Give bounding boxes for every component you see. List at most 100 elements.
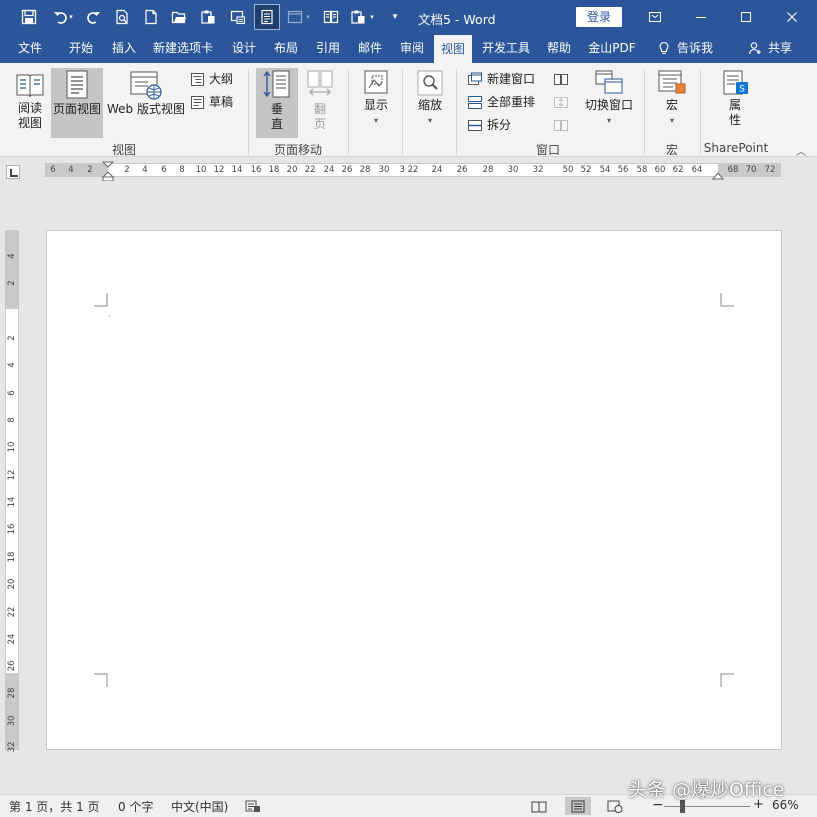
web-layout-status-button[interactable] — [602, 797, 628, 815]
ruler-number: 2 — [7, 280, 17, 286]
undo-dropdown-icon[interactable]: ▾ — [66, 4, 76, 30]
minimize-icon[interactable] — [686, 4, 716, 29]
maximize-icon[interactable] — [731, 4, 761, 29]
paste-dropdown-icon[interactable]: ▾ — [366, 4, 378, 30]
login-button[interactable]: 登录 — [576, 7, 622, 27]
tell-me-label: 告诉我 — [676, 41, 713, 55]
language-indicator[interactable]: 中文(中国) — [171, 798, 228, 815]
group-separator — [248, 69, 249, 155]
tab-references[interactable]: 引用 — [310, 33, 346, 63]
web-layout-button[interactable]: Web 版式视图 — [104, 68, 188, 138]
ruler-number: 26 — [456, 165, 468, 175]
tab-help[interactable]: 帮助 — [540, 33, 578, 63]
qa-dropdown-icon[interactable]: ▾ — [302, 4, 314, 30]
group-separator — [456, 69, 457, 155]
ribbon-display-options-icon[interactable] — [640, 4, 670, 29]
ruler-number: 4 — [7, 253, 17, 259]
vertical-page-movement-button[interactable]: 垂 直 — [256, 68, 298, 138]
new-window-button[interactable]: 新建窗口 — [467, 69, 535, 89]
web-layout-label: Web 版式视图 — [107, 102, 185, 116]
print-layout-button[interactable]: 页面视图 — [51, 68, 103, 138]
tab-kingsoft-pdf[interactable]: 金山PDF — [584, 33, 640, 63]
person-icon — [748, 42, 761, 55]
properties-button[interactable]: S 属 性 — [714, 68, 756, 138]
horizontal-ruler[interactable]: 6 4 2 2 4 6 8 10 12 14 16 18 20 22 24 26 28 30 3 22 24 26 28 3… — [45, 161, 781, 181]
web-layout-icon — [130, 71, 162, 100]
zoom-button[interactable]: 缩放 ▾ — [410, 68, 450, 138]
print-layout-qa-icon[interactable] — [254, 4, 280, 30]
arrange-all-button[interactable]: 全部重排 — [467, 92, 535, 112]
tab-layout[interactable]: 布局 — [268, 33, 304, 63]
draft-label: 草稿 — [209, 95, 234, 109]
draft-button[interactable]: 草稿 — [190, 92, 233, 112]
first-line-indent-marker[interactable] — [102, 161, 114, 181]
tab-stop-selector[interactable] — [6, 165, 20, 179]
read-mode-button[interactable]: 阅读 视图 — [10, 69, 50, 137]
document-page[interactable] — [46, 230, 782, 750]
ruler-number: 24 — [431, 165, 443, 175]
synchronous-scrolling-button[interactable] — [553, 92, 573, 112]
tab-view[interactable]: 视图 — [434, 35, 472, 63]
vertical-ruler[interactable]: 4 2 2 4 6 8 10 12 14 16 18 20 22 24 26 28 30 32 — [5, 230, 19, 752]
tab-design[interactable]: 设计 — [226, 33, 262, 63]
ruler-number: 10 — [195, 165, 207, 175]
tab-file[interactable]: 文件 — [12, 33, 48, 63]
read-mode-status-button[interactable] — [526, 797, 552, 815]
right-indent-marker[interactable] — [712, 169, 724, 181]
screenshot-icon[interactable] — [225, 4, 251, 30]
open-folder-icon[interactable] — [166, 4, 192, 30]
show-icon — [364, 70, 388, 94]
macros-button[interactable]: 宏 ▾ — [652, 68, 692, 138]
customize-qa-icon[interactable]: ▾ — [382, 4, 408, 30]
outline-button[interactable]: 大纲 — [190, 69, 233, 89]
lightbulb-icon — [659, 41, 669, 54]
tab-review[interactable]: 审阅 — [394, 33, 430, 63]
word-count[interactable]: 0 个字 — [118, 798, 153, 815]
tab-mailings[interactable]: 邮件 — [352, 33, 388, 63]
tab-developer[interactable]: 开发工具 — [477, 33, 535, 63]
tab-home[interactable]: 开始 — [62, 33, 100, 63]
show-dropdown-icon: ▾ — [373, 116, 378, 125]
ruler-top-margin — [6, 231, 18, 309]
two-pages-icon[interactable] — [318, 4, 344, 30]
margin-corner-bottom-right — [720, 673, 734, 687]
ruler-number: 26 — [341, 165, 353, 175]
web-layout-status-icon — [607, 800, 623, 813]
side-to-side-button[interactable]: 翻 页 — [300, 68, 340, 138]
ruler-number: 2 — [7, 335, 17, 341]
reset-window-position-button[interactable] — [553, 115, 573, 135]
ruler-number: 58 — [636, 165, 648, 175]
share-button[interactable]: 共享 — [744, 33, 796, 63]
page-count[interactable]: 第 1 页，共 1 页 — [9, 798, 100, 815]
split-button[interactable]: 拆分 — [467, 115, 511, 135]
tab-insert[interactable]: 插入 — [106, 33, 142, 63]
ruler-number: 28 — [482, 165, 494, 175]
ruler-number: 8 — [179, 165, 185, 175]
tell-me-box[interactable]: 告诉我 — [650, 33, 720, 63]
ruler-number: 30 — [7, 715, 17, 727]
views-group-label: 视图 — [111, 143, 136, 157]
print-preview-icon[interactable] — [109, 4, 135, 30]
print-layout-status-button[interactable] — [565, 797, 591, 815]
tab-new-tab[interactable]: 新建选项卡 — [148, 33, 218, 63]
new-document-icon[interactable] — [138, 4, 164, 30]
outline-icon — [191, 72, 204, 86]
ruler-number: 20 — [7, 578, 17, 590]
accessibility-icon[interactable] — [245, 800, 261, 813]
collapse-ribbon-icon[interactable]: ︿ — [796, 143, 806, 158]
outline-label: 大纲 — [209, 72, 234, 86]
ruler-number: 6 — [7, 390, 17, 396]
paste-icon[interactable] — [195, 4, 221, 30]
switch-windows-button[interactable]: 切换窗口 ▾ — [580, 68, 638, 138]
ruler-number: 50 — [562, 165, 574, 175]
redo-icon[interactable] — [80, 4, 106, 30]
save-icon[interactable] — [16, 4, 42, 30]
show-button[interactable]: 显示 ▾ — [356, 68, 396, 138]
close-icon[interactable] — [777, 4, 807, 29]
side-to-side-label-2: 页 — [313, 117, 326, 131]
macros-group-label: 宏 — [665, 143, 678, 157]
zoom-slider[interactable] — [664, 806, 750, 807]
view-side-by-side-button[interactable] — [553, 69, 573, 89]
ruler-number: 22 — [304, 165, 316, 175]
arrange-all-icon — [468, 95, 482, 109]
